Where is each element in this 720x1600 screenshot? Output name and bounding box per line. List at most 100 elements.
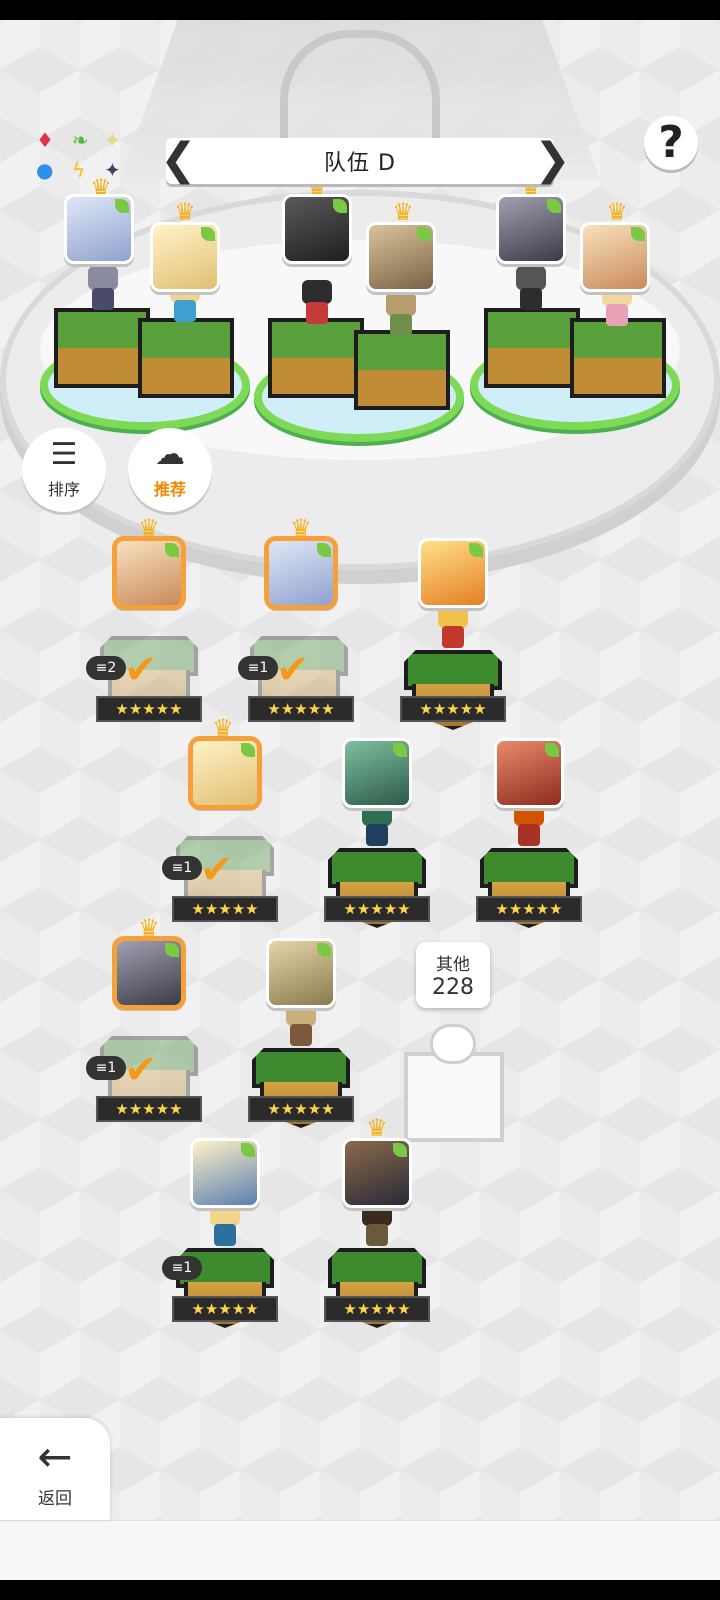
leaf-element-icon xyxy=(317,543,331,557)
team-screen: ♛ ★ ♛ ♛ ♛ ♛ ♛ ♦ ❧ ✦ ● ϟ ✦ ❮ 队伍 D ❯ ? ☰ 排… xyxy=(0,0,720,1600)
roster-card-3[interactable] xyxy=(418,538,488,608)
duplicate-count-badge: ≡1 xyxy=(238,656,278,680)
next-team-button[interactable]: ❯ xyxy=(534,138,571,184)
back-button[interactable]: ← 返回 xyxy=(0,1418,110,1520)
leaf-element-icon xyxy=(165,543,179,557)
star-rating: ★★★★★ xyxy=(248,1096,354,1122)
team-sprite-3[interactable] xyxy=(298,280,336,328)
duplicate-count-badge: ≡2 xyxy=(86,656,126,680)
bottom-bar xyxy=(0,1520,720,1581)
leader-crown-icon: ♛ xyxy=(290,514,312,542)
roster-card-2[interactable] xyxy=(266,538,336,608)
star-rating: ★★★★★ xyxy=(324,896,430,922)
leaf-element-icon xyxy=(393,1143,407,1157)
leader-crown-icon: ♛ xyxy=(392,198,414,226)
team-selector: ❮ 队伍 D ❯ xyxy=(160,138,571,184)
duplicate-count-badge: ≡1 xyxy=(162,1256,202,1280)
back-arrow-icon: ← xyxy=(37,1432,73,1481)
selected-check-icon: ✔ xyxy=(124,1047,158,1093)
selected-check-icon: ✔ xyxy=(276,647,310,693)
leaf-element-icon xyxy=(241,1143,255,1157)
team-sprite-5[interactable] xyxy=(512,266,550,314)
prev-team-button[interactable]: ❮ xyxy=(160,138,197,184)
leaf-element-icon xyxy=(631,227,645,241)
team-portrait-3[interactable] xyxy=(282,194,352,264)
team-block-3 xyxy=(268,318,364,398)
leader-crown-icon: ♛ xyxy=(212,714,234,742)
help-button[interactable]: ? xyxy=(644,116,698,170)
duplicate-count-badge: ≡1 xyxy=(162,856,202,880)
leaf-green-icon: ❧ xyxy=(72,128,89,152)
other-label: 其他 xyxy=(436,955,470,975)
star-dark-icon: ✦ xyxy=(104,158,121,182)
temple-door xyxy=(280,30,440,150)
element-chart[interactable]: ♦ ❧ ✦ ● ϟ ✦ xyxy=(34,128,130,190)
roster-card-9[interactable] xyxy=(190,1138,260,1208)
roster-card-10[interactable] xyxy=(342,1138,412,1208)
sparkle-icon: ✦ xyxy=(104,128,121,152)
roster-card-1[interactable] xyxy=(114,538,184,608)
team-portrait-1[interactable] xyxy=(64,194,134,264)
roster-card-4[interactable] xyxy=(190,738,260,808)
roster-card-8[interactable] xyxy=(266,938,336,1008)
star-rating: ★★★★★ xyxy=(172,896,278,922)
leaf-element-icon xyxy=(241,743,255,757)
recommend-button[interactable]: ☁ 推荐 xyxy=(128,428,212,512)
star-rating: ★★★★★ xyxy=(96,1096,202,1122)
diamond-red-icon: ♦ xyxy=(36,128,54,152)
team-block-4 xyxy=(354,330,450,410)
circle-blue-icon: ● xyxy=(36,158,54,182)
leaf-element-icon xyxy=(393,743,407,757)
team-portrait-2[interactable] xyxy=(150,222,220,292)
leader-crown-icon: ♛ xyxy=(606,198,628,226)
leaf-element-icon xyxy=(547,199,561,213)
party-icon: ☁ xyxy=(155,437,185,472)
other-characters-bubble[interactable]: 其他 228 xyxy=(416,942,490,1008)
sort-label: 排序 xyxy=(47,480,80,499)
selected-check-icon: ✔ xyxy=(200,847,234,893)
leaf-element-icon xyxy=(317,943,331,957)
leader-crown-icon: ♛ xyxy=(138,914,160,942)
team-title: 队伍 D xyxy=(324,151,396,176)
back-label: 返回 xyxy=(38,1489,72,1509)
team-portrait-6[interactable] xyxy=(580,222,650,292)
other-count: 228 xyxy=(432,975,474,1000)
team-block-5 xyxy=(484,308,580,388)
team-sprite-4[interactable] xyxy=(382,292,420,340)
star-rating: ★★★★★ xyxy=(476,896,582,922)
star-rating: ★★★★★ xyxy=(400,696,506,722)
leader-crown-icon: ♛ xyxy=(174,198,196,226)
leaf-element-icon xyxy=(469,543,483,557)
placeholder-silhouette-icon xyxy=(430,1024,476,1064)
leader-crown-icon: ♛ xyxy=(366,1114,388,1142)
leaf-element-icon xyxy=(115,199,129,213)
leader-crown-icon: ♛ xyxy=(138,514,160,542)
team-sprite-1[interactable] xyxy=(84,266,122,314)
sort-button[interactable]: ☰ 排序 xyxy=(22,428,106,512)
bolt-yellow-icon: ϟ xyxy=(72,158,86,182)
star-rating: ★★★★★ xyxy=(96,696,202,722)
team-block-2 xyxy=(138,318,234,398)
star-rating: ★★★★★ xyxy=(324,1296,430,1322)
duplicate-count-badge: ≡1 xyxy=(86,1056,126,1080)
team-block-6 xyxy=(570,318,666,398)
roster-card-5[interactable] xyxy=(342,738,412,808)
star-rating: ★★★★★ xyxy=(172,1296,278,1322)
roster-card-6[interactable] xyxy=(494,738,564,808)
team-portrait-4[interactable] xyxy=(366,222,436,292)
selected-check-icon: ✔ xyxy=(124,647,158,693)
leaf-element-icon xyxy=(333,199,347,213)
team-block-1 xyxy=(54,308,150,388)
leaf-element-icon xyxy=(545,743,559,757)
leaf-element-icon xyxy=(165,943,179,957)
roster-card-7[interactable] xyxy=(114,938,184,1008)
other-placeholder-block[interactable] xyxy=(404,1052,504,1142)
status-bar xyxy=(0,0,720,20)
leaf-element-icon xyxy=(417,227,431,241)
navigation-bar xyxy=(0,1580,720,1600)
sort-icon: ☰ xyxy=(50,437,78,472)
leaf-element-icon xyxy=(201,227,215,241)
recommend-label: 推荐 xyxy=(153,480,186,499)
team-portrait-5[interactable] xyxy=(496,194,566,264)
star-rating: ★★★★★ xyxy=(248,696,354,722)
